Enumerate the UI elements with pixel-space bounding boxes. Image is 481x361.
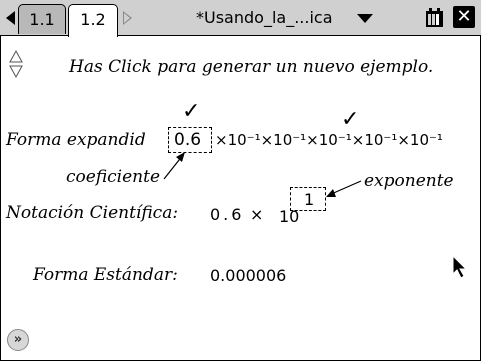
expanded-factors: ×10⁻¹×10⁻¹×10⁻¹×10⁻¹×10⁻¹ — [215, 131, 443, 149]
chevron-down-icon[interactable] — [357, 14, 373, 23]
coefficient-value: 0.6 — [174, 130, 202, 150]
tab-1-2[interactable]: 1.2 — [68, 4, 118, 37]
document-title: *Usando_la_...ica — [196, 8, 333, 27]
triangle-left-icon[interactable] — [6, 11, 15, 25]
tab-1-1[interactable]: 1.1 — [18, 4, 66, 34]
coefficient-annotation: coeficiente — [66, 167, 161, 187]
battery-icon — [426, 8, 443, 27]
checkmark-icon: ✓ — [182, 99, 201, 124]
double-chevron-right-icon[interactable]: » — [7, 329, 29, 351]
notes-page: Has Click para generar un nuevo ejemplo.… — [0, 37, 481, 361]
instruction-text[interactable]: Has Click para generar un nuevo ejemplo. — [69, 57, 433, 77]
close-icon[interactable]: ✕ — [453, 6, 475, 28]
up-down-arrows-icon[interactable] — [9, 50, 23, 78]
scientific-notation-label: Notación Científica: — [6, 203, 179, 223]
checkmark-icon: ✓ — [341, 107, 360, 132]
coefficient-arrow — [163, 152, 185, 180]
expanded-form-label: Forma expandid — [6, 130, 146, 150]
standard-form-value: 0.000006 — [210, 266, 287, 285]
top-toolbar: 1.1 1.2 *Usando_la_...ica ✕ — [0, 0, 481, 37]
exponent-arrow — [326, 180, 362, 197]
triangle-right-icon[interactable] — [123, 11, 132, 25]
annotation-arrows — [163, 152, 362, 197]
exponent-annotation: exponente — [364, 171, 454, 191]
pointer-cursor-icon — [452, 255, 468, 279]
scientific-exponent: 1 — [304, 190, 315, 209]
times-sign: × — [250, 205, 264, 224]
standard-form-label: Forma Estándar: — [33, 265, 178, 285]
scientific-mantissa: 0.6 — [210, 205, 245, 224]
